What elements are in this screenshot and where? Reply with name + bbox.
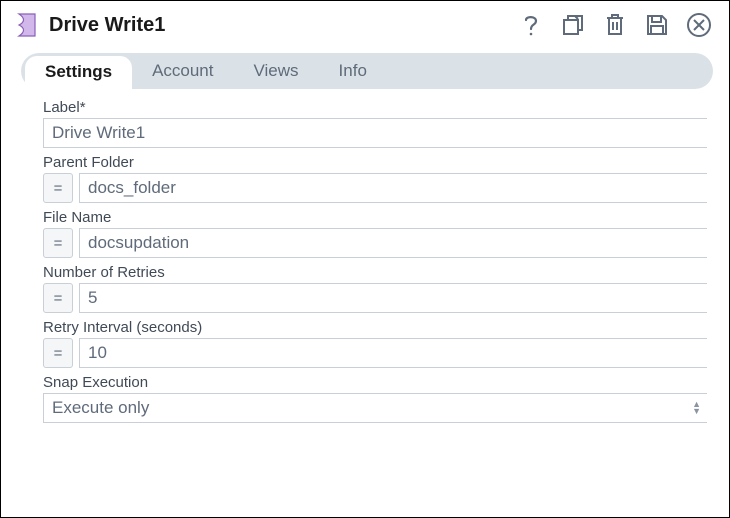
- parent-folder-caption: Parent Folder: [43, 154, 707, 171]
- parent-folder-field-group: Parent Folder =: [43, 154, 707, 203]
- label-caption: Label*: [43, 99, 707, 116]
- window-title: Drive Write1: [49, 14, 509, 37]
- tab-bar: Settings Account Views Info: [21, 53, 713, 89]
- retries-input[interactable]: [79, 283, 707, 313]
- tab-account[interactable]: Account: [132, 55, 233, 87]
- retry-interval-field-group: Retry Interval (seconds) =: [43, 319, 707, 368]
- settings-form: Label* Parent Folder = File Name = Numbe…: [1, 89, 729, 423]
- tab-info[interactable]: Info: [319, 55, 387, 87]
- retry-interval-caption: Retry Interval (seconds): [43, 319, 707, 336]
- tab-settings[interactable]: Settings: [25, 56, 132, 90]
- tab-views[interactable]: Views: [234, 55, 319, 87]
- snap-execution-select[interactable]: [43, 393, 707, 423]
- expression-toggle-button[interactable]: =: [43, 283, 73, 313]
- delete-icon[interactable]: [601, 11, 629, 39]
- file-name-field-group: File Name =: [43, 209, 707, 258]
- label-input[interactable]: [43, 118, 707, 148]
- expression-toggle-button[interactable]: =: [43, 228, 73, 258]
- snap-execution-field-group: Snap Execution ▲▼: [43, 374, 707, 423]
- retries-field-group: Number of Retries =: [43, 264, 707, 313]
- snap-settings-window: Drive Write1: [0, 0, 730, 518]
- parent-folder-input[interactable]: [79, 173, 707, 203]
- expression-toggle-button[interactable]: =: [43, 173, 73, 203]
- expression-toggle-button[interactable]: =: [43, 338, 73, 368]
- file-name-input[interactable]: [79, 228, 707, 258]
- label-field-group: Label*: [43, 99, 707, 148]
- save-icon[interactable]: [643, 11, 671, 39]
- snap-icon: [15, 12, 37, 38]
- titlebar: Drive Write1: [1, 1, 729, 47]
- help-icon[interactable]: [517, 11, 545, 39]
- file-name-caption: File Name: [43, 209, 707, 226]
- copy-icon[interactable]: [559, 11, 587, 39]
- retries-caption: Number of Retries: [43, 264, 707, 281]
- close-icon[interactable]: [685, 11, 713, 39]
- snap-execution-caption: Snap Execution: [43, 374, 707, 391]
- toolbar: [517, 11, 713, 39]
- retry-interval-input[interactable]: [79, 338, 707, 368]
